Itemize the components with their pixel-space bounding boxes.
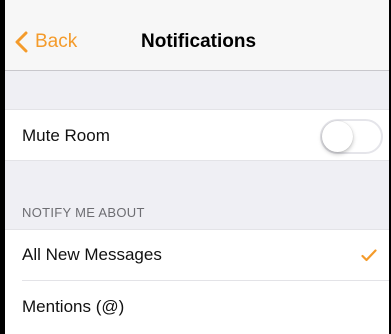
option-label: Mentions (@) xyxy=(22,297,125,316)
mute-room-row: Mute Room xyxy=(5,109,389,161)
back-label: Back xyxy=(35,31,78,52)
option-mentions[interactable]: Mentions (@) xyxy=(5,281,389,334)
back-button[interactable]: Back xyxy=(15,28,77,56)
notify-section-header: NOTIFY ME ABOUT xyxy=(22,205,145,220)
notifications-screen: Back Notifications Mute Room NOTIFY ME A… xyxy=(5,0,389,334)
mute-room-toggle[interactable] xyxy=(320,119,383,154)
toggle-knob xyxy=(322,121,353,152)
mute-room-label: Mute Room xyxy=(22,126,110,145)
page-title: Notifications xyxy=(141,31,257,52)
option-all-new-messages[interactable]: All New Messages xyxy=(5,229,389,281)
checkmark-icon xyxy=(361,249,377,267)
option-label: All New Messages xyxy=(22,245,162,264)
section-spacer xyxy=(5,71,389,109)
navigation-bar: Back Notifications xyxy=(5,0,389,71)
chevron-left-icon xyxy=(15,31,28,53)
